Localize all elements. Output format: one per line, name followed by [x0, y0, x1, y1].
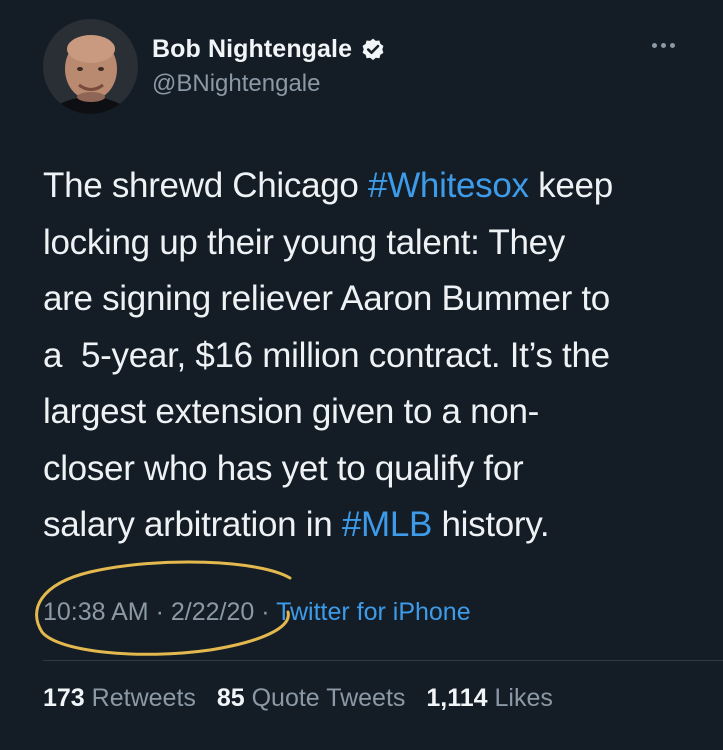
- verified-badge-icon: [362, 38, 384, 60]
- hashtag-whitesox[interactable]: #Whitesox: [368, 166, 529, 205]
- profile-photo-icon: [43, 19, 138, 114]
- tweet-card: Bob Nightengale @BNightengale The shrewd…: [0, 0, 723, 750]
- tweet-time[interactable]: 10:38 AM: [43, 598, 149, 626]
- tweet-line-4: a 5-year, $16 million contract. It’s the: [43, 335, 610, 375]
- more-options-icon[interactable]: [652, 40, 678, 50]
- tweet-line-3: are signing reliever Aaron Bummer to: [43, 279, 610, 318]
- retweets-stat[interactable]: 173 Retweets: [43, 684, 196, 712]
- tweet-line-1: The shrewd Chicago #Whitesox keep: [43, 166, 613, 205]
- tweet-line-5: largest extension given to a non-: [43, 392, 539, 431]
- tweet-line-2: locking up their young talent: They: [43, 222, 565, 262]
- likes-stat[interactable]: 1,114 Likes: [426, 684, 553, 712]
- tweet-metadata: 10:38 AM · 2/22/20 · Twitter for iPhone: [43, 598, 471, 627]
- display-name[interactable]: Bob Nightengale: [152, 35, 352, 64]
- author-name-row[interactable]: Bob Nightengale: [152, 35, 386, 64]
- tweet-text: The shrewd Chicago #Whitesox keep lockin…: [43, 158, 693, 554]
- tweet-date[interactable]: 2/22/20: [171, 598, 254, 626]
- meta-separator: ·: [261, 598, 270, 626]
- tweet-source[interactable]: Twitter for iPhone: [276, 598, 471, 626]
- tweet-line-7: salary arbitration in #MLB history.: [43, 505, 550, 544]
- author-handle[interactable]: @BNightengale: [152, 70, 320, 98]
- quote-tweets-stat[interactable]: 85 Quote Tweets: [217, 684, 406, 712]
- tweet-line-6: closer who has yet to qualify for: [43, 448, 524, 488]
- engagement-stats: 173 Retweets 85 Quote Tweets 1,114 Likes: [43, 684, 567, 713]
- meta-separator: ·: [155, 598, 164, 626]
- divider: [43, 660, 723, 661]
- avatar[interactable]: [43, 19, 138, 114]
- hashtag-mlb[interactable]: #MLB: [342, 505, 433, 544]
